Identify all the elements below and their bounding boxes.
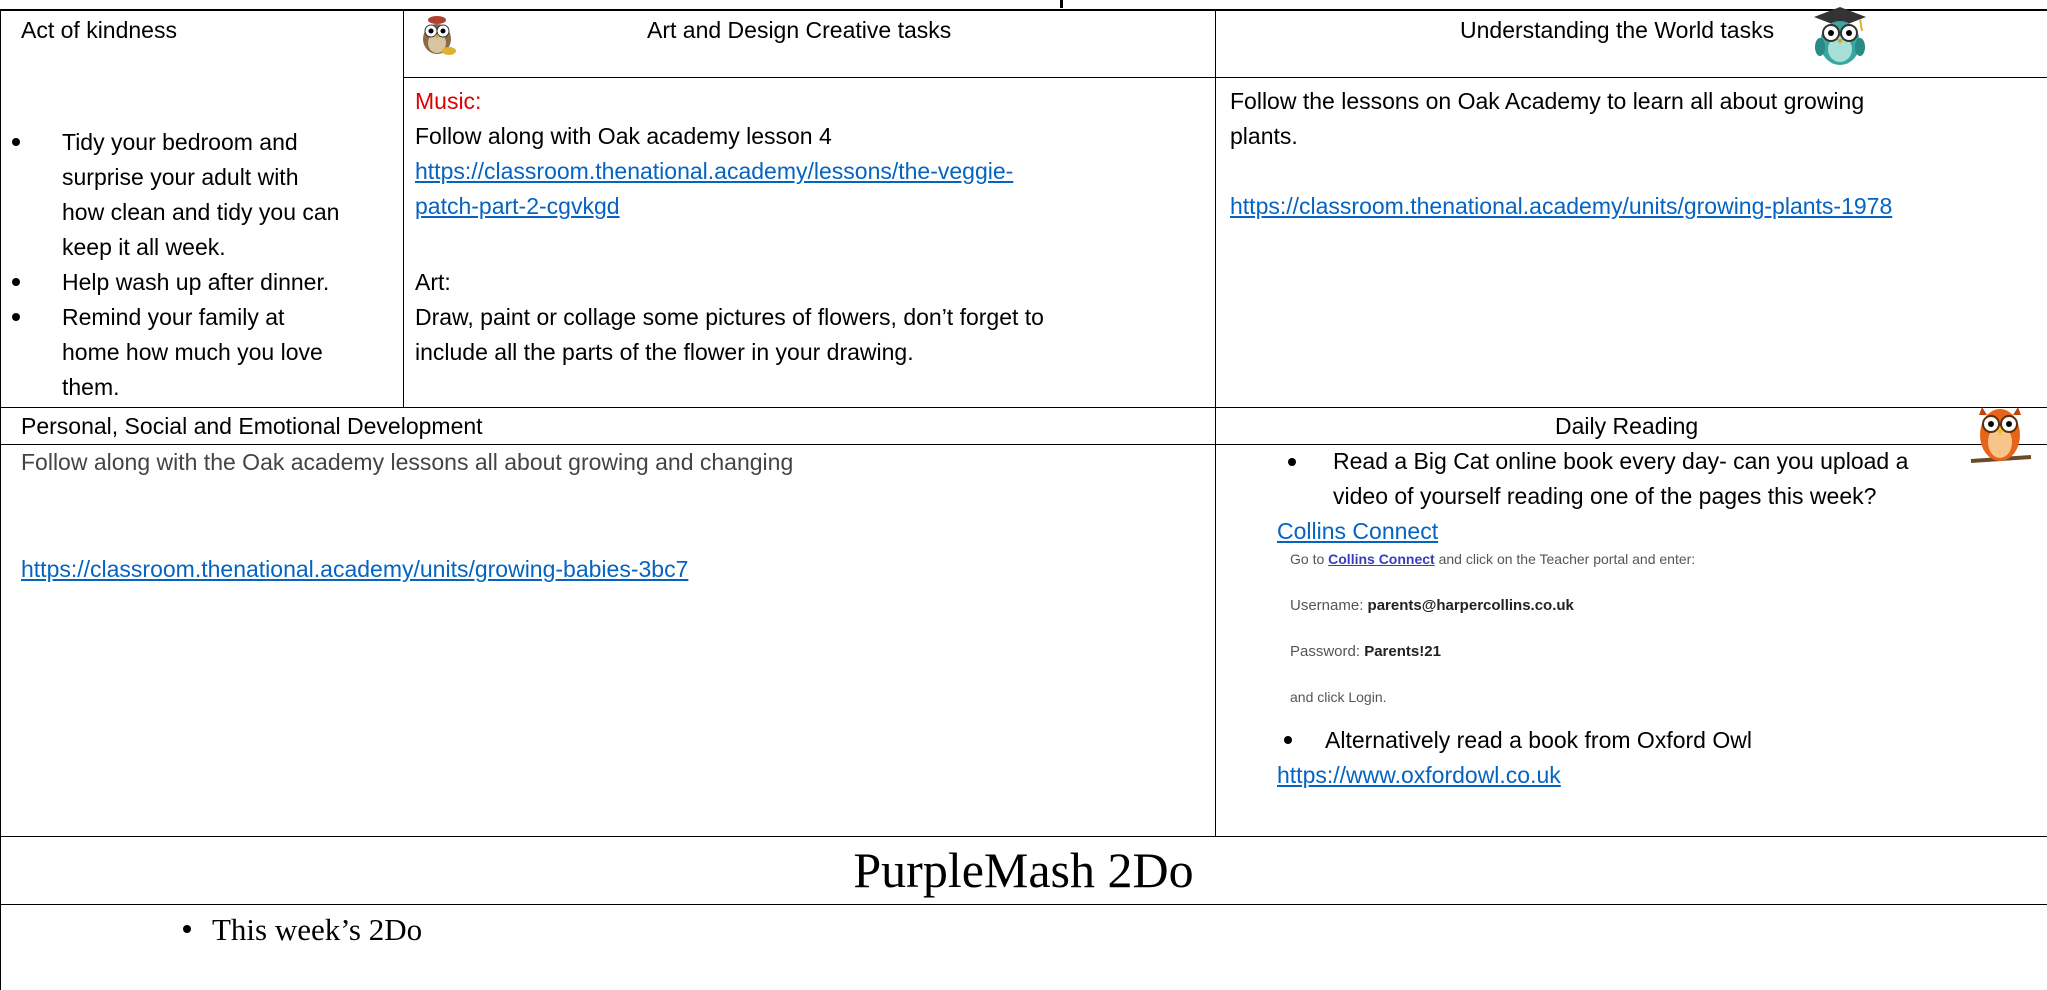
collins-password: Password: Parents!21 (1290, 643, 1441, 660)
owl-orange-icon (1970, 407, 2032, 463)
reading-item-1-line-2: video of yourself reading one of the pag… (1333, 483, 1877, 509)
daily-reading-cell: Daily Reading Read a Big Cat online book… (1215, 407, 2047, 836)
act-of-kindness-title: Act of kindness (21, 17, 177, 43)
music-label: Music: (415, 88, 482, 114)
purplemash-header-cell: PurpleMash 2Do (0, 836, 2047, 904)
purplemash-body-cell: This week’s 2Do (0, 904, 2047, 990)
psed-title: Personal, Social and Emotional Developme… (21, 413, 483, 439)
kindness-item-1-line-3: how clean and tidy you can (62, 199, 340, 225)
kindness-item-3-line-3: them. (62, 374, 120, 400)
password-value: Parents!21 (1364, 643, 1441, 660)
collins-login-intro: Go to Collins Connect and click on the T… (1290, 551, 1695, 567)
username-value: parents@harpercollins.co.uk (1367, 597, 1574, 614)
bullet-icon (1288, 458, 1296, 466)
understanding-world-text-line-2: plants. (1230, 123, 1298, 149)
reading-item-1-line-1: Read a Big Cat online book every day- ca… (1333, 448, 1909, 474)
art-label: Art: (415, 269, 451, 295)
music-lesson-link-line-2[interactable]: patch-part-2-cgvkgd (415, 189, 620, 224)
understanding-world-cell: Understanding the World tasks Follow the… (1215, 7, 2047, 407)
collins-connect-link[interactable]: Collins Connect (1277, 514, 1438, 549)
psed-text: Follow along with the Oak academy lesson… (21, 449, 794, 475)
kindness-item-3-line-1: Remind your family at (62, 304, 285, 330)
music-text: Follow along with Oak academy lesson 4 (415, 123, 832, 149)
username-label: Username: (1290, 597, 1368, 614)
collins-connect-inline-link[interactable]: Collins Connect (1328, 551, 1435, 567)
music-lesson-link-line-1[interactable]: https://classroom.thenational.academy/le… (415, 154, 1013, 189)
kindness-item-2: Help wash up after dinner. (62, 269, 330, 295)
collins-username: Username: parents@harpercollins.co.uk (1290, 597, 1574, 614)
bullet-icon (183, 925, 191, 933)
growing-babies-link[interactable]: https://classroom.thenational.academy/un… (21, 552, 688, 587)
growing-plants-link[interactable]: https://classroom.thenational.academy/un… (1230, 189, 1892, 224)
owl-artist-icon (423, 16, 456, 55)
bullet-icon (12, 313, 20, 321)
art-text-line-2: include all the parts of the flower in y… (415, 339, 914, 365)
collins-login-intro-pre: Go to (1290, 551, 1329, 567)
owl-graduate-icon (1814, 7, 1866, 65)
collins-login-outro: and click Login. (1290, 689, 1387, 705)
kindness-item-1-line-1: Tidy your bedroom and (62, 129, 298, 155)
art-text-line-1: Draw, paint or collage some pictures of … (415, 304, 1044, 330)
bullet-icon (12, 138, 20, 146)
kindness-item-1-line-2: surprise your adult with (62, 164, 299, 190)
title-cropped-descender (1060, 0, 1063, 8)
bullet-icon (12, 278, 20, 286)
act-of-kindness-cell: Act of kindness Tidy your bedroom and su… (0, 9, 403, 407)
art-design-title: Art and Design Creative tasks (647, 17, 952, 43)
daily-reading-title: Daily Reading (1555, 413, 1699, 439)
bullet-icon (1284, 736, 1292, 744)
art-design-cell: Art and Design Creative tasks Music: Fol… (403, 9, 1215, 407)
collins-login-intro-post: and click on the Teacher portal and ente… (1434, 551, 1696, 567)
kindness-item-1-line-4: keep it all week. (62, 234, 226, 260)
kindness-item-3-line-2: home how much you love (62, 339, 323, 365)
password-label: Password: (1290, 643, 1365, 660)
reading-item-2: Alternatively read a book from Oxford Ow… (1325, 727, 1752, 753)
understanding-world-title: Understanding the World tasks (1460, 17, 1775, 43)
psed-cell: Personal, Social and Emotional Developme… (0, 407, 1215, 836)
purplemash-title: PurpleMash 2Do (853, 842, 1194, 898)
oxford-owl-link[interactable]: https://www.oxfordowl.co.uk (1277, 758, 1561, 793)
understanding-world-text-line-1: Follow the lessons on Oak Academy to lea… (1230, 88, 1865, 114)
purplemash-item: This week’s 2Do (212, 912, 423, 947)
